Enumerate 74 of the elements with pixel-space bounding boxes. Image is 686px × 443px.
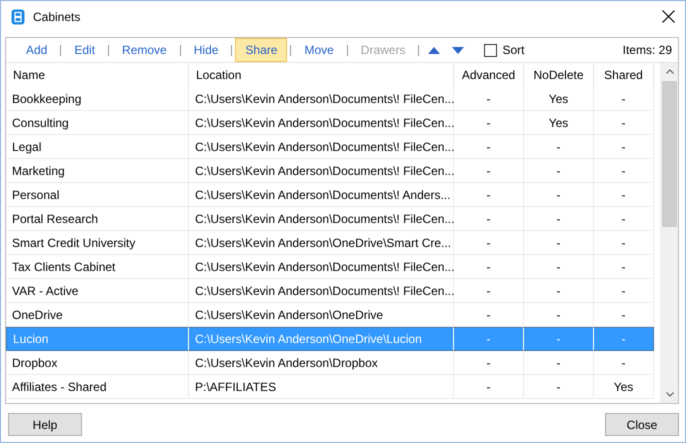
table-cell[interactable]: - — [524, 183, 594, 207]
table-cell[interactable]: - — [524, 375, 594, 399]
table-cell[interactable]: - — [524, 159, 594, 183]
cabinet-icon — [11, 8, 25, 24]
toolbar-button[interactable]: Remove — [112, 38, 177, 62]
table-cell[interactable]: - — [454, 183, 524, 207]
table-cell[interactable]: C:\Users\Kevin Anderson\Documents\! FileCen... — [189, 87, 454, 111]
table-cell[interactable]: Marketing — [6, 159, 189, 183]
toolbar-button[interactable]: Hide — [184, 38, 228, 62]
table-cell[interactable]: Yes — [524, 111, 594, 135]
sort-label: Sort — [502, 43, 524, 57]
table-cell[interactable]: - — [594, 159, 654, 183]
table-cell[interactable]: C:\Users\Kevin Anderson\Documents\! FileCen... — [189, 279, 454, 303]
dialog-button[interactable]: Close — [605, 413, 679, 436]
table-cell[interactable]: Tax Clients Cabinet — [6, 255, 189, 279]
table-cell[interactable]: - — [594, 207, 654, 231]
table-cell[interactable]: C:\Users\Kevin Anderson\Documents\! FileCen... — [189, 255, 454, 279]
toolbar-button[interactable]: Move — [294, 38, 344, 62]
table-cell[interactable]: - — [454, 135, 524, 159]
table-cell[interactable]: C:\Users\Kevin Anderson\Documents\! FileCen... — [189, 135, 454, 159]
table-cell[interactable]: C:\Users\Kevin Anderson\OneDrive\Smart Cre... — [189, 231, 454, 255]
table-cell[interactable]: - — [454, 111, 524, 135]
items-count: Items: 29 — [622, 43, 672, 57]
table-cell[interactable]: - — [454, 207, 524, 231]
table-cell[interactable]: - — [524, 207, 594, 231]
toolbar-button[interactable]: Add — [16, 38, 58, 62]
table-cell[interactable]: C:\Users\Kevin Anderson\Documents\! FileCen... — [189, 159, 454, 183]
table-cell[interactable]: - — [454, 375, 524, 399]
table-cell[interactable]: - — [524, 279, 594, 303]
table-cell[interactable]: - — [524, 135, 594, 159]
table-cell[interactable]: - — [454, 279, 524, 303]
table-cell[interactable]: Yes — [594, 375, 654, 399]
table-cell[interactable]: - — [594, 111, 654, 135]
table-cell[interactable]: Yes — [524, 87, 594, 111]
table-cell[interactable]: - — [454, 87, 524, 111]
scroll-up-icon[interactable] — [666, 69, 674, 74]
scrollbar[interactable] — [660, 63, 678, 403]
move-up-icon[interactable] — [428, 46, 440, 54]
table-cell[interactable]: Affiliates - Shared — [6, 375, 189, 399]
sort-checkbox[interactable] — [484, 44, 498, 56]
table-cell[interactable]: Personal — [6, 183, 189, 207]
table-cell[interactable]: - — [594, 279, 654, 303]
table-cell[interactable]: - — [594, 255, 654, 279]
move-down-icon[interactable] — [452, 46, 464, 54]
table-cell[interactable]: - — [594, 231, 654, 255]
table-cell[interactable]: - — [594, 351, 654, 375]
table-cell[interactable]: Smart Credit University — [6, 231, 189, 255]
table-cell[interactable]: - — [454, 231, 524, 255]
toolbar-button[interactable]: Edit — [64, 38, 106, 62]
table-cell[interactable]: VAR - Active — [6, 279, 189, 303]
table-cell[interactable]: C:\Users\Kevin Anderson\Documents\! FileCen... — [189, 207, 454, 231]
table-cell[interactable]: Consulting — [6, 111, 189, 135]
scroll-down-icon[interactable] — [666, 392, 674, 397]
table-cell[interactable]: - — [524, 351, 594, 375]
window-title: Cabinets — [33, 10, 82, 24]
table-cell[interactable]: Legal — [6, 135, 189, 159]
toolbar-button[interactable]: Share — [235, 38, 288, 62]
table-cell[interactable]: Dropbox — [6, 351, 189, 375]
table-cell[interactable]: C:\Users\Kevin Anderson\Documents\! FileCen... — [189, 111, 454, 135]
dialog-button[interactable]: Help — [8, 413, 82, 436]
table-cell[interactable]: - — [594, 87, 654, 111]
table-cell[interactable]: - — [524, 255, 594, 279]
table-cell[interactable]: P:\AFFILIATES — [189, 375, 454, 399]
table-cell[interactable]: - — [454, 255, 524, 279]
table-cell[interactable]: - — [594, 183, 654, 207]
table-cell[interactable]: Portal Research — [6, 207, 189, 231]
table-cell[interactable]: - — [594, 135, 654, 159]
table-cell[interactable]: - — [524, 231, 594, 255]
table-cell[interactable]: - — [454, 159, 524, 183]
table-cell[interactable]: C:\Users\Kevin Anderson\Dropbox — [189, 351, 454, 375]
table-cell[interactable]: C:\Users\Kevin Anderson\Documents\! Anders... — [189, 183, 454, 207]
table-cell[interactable]: - — [454, 351, 524, 375]
table-cell[interactable]: Bookkeeping — [6, 87, 189, 111]
close-icon[interactable] — [662, 10, 675, 23]
